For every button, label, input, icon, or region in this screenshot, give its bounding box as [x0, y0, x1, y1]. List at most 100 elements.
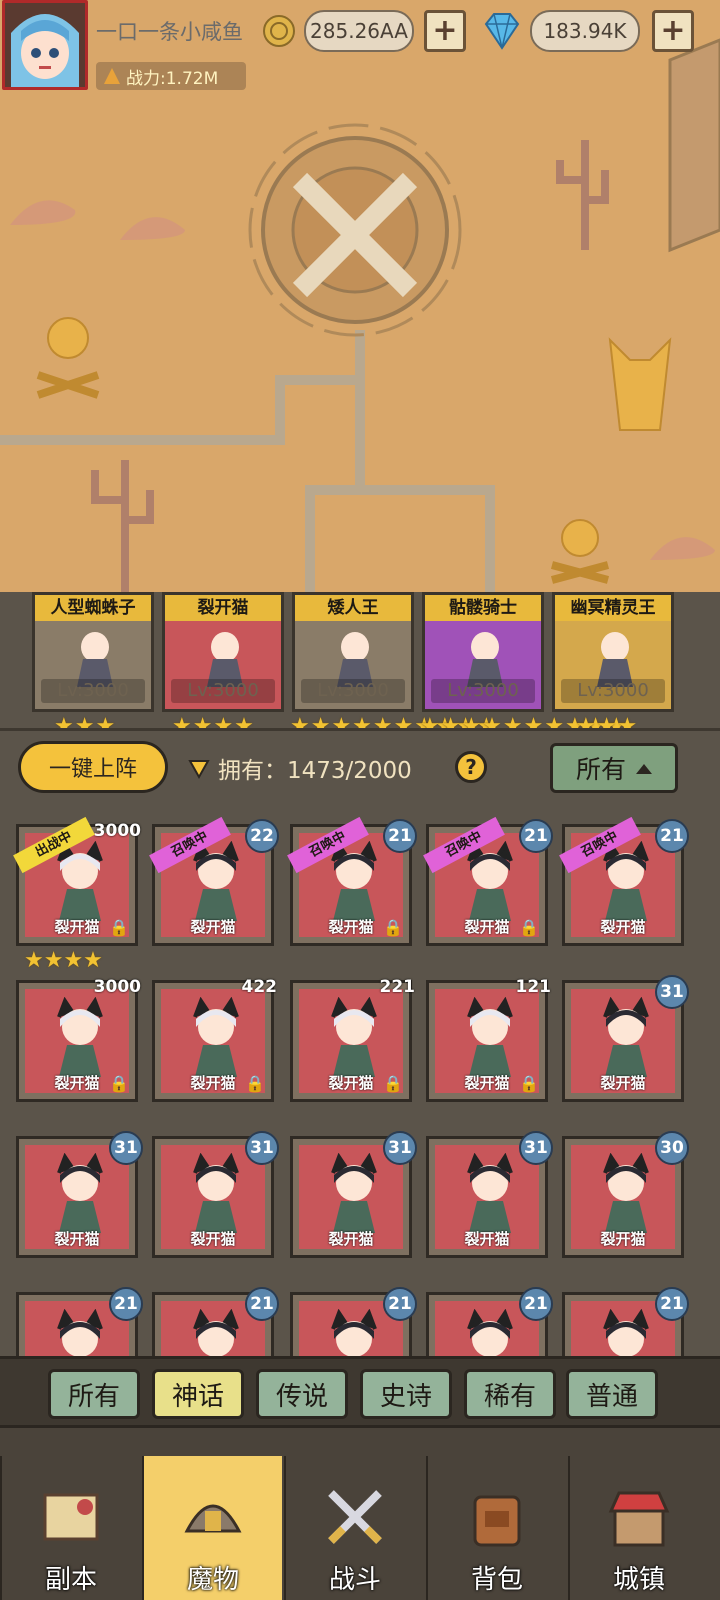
power-icon — [104, 68, 120, 84]
monster-card[interactable]: 裂开猫 🔒 422 — [152, 977, 277, 1102]
monster-level: 3000 — [93, 977, 141, 997]
nav-tab[interactable]: 副本 — [0, 1456, 140, 1600]
auto-deploy-button[interactable]: 一键上阵 — [18, 741, 168, 793]
monster-level: 121 — [515, 977, 552, 997]
monster-card[interactable]: 裂开猫 31 — [16, 1131, 143, 1258]
nav-tab[interactable]: 魔物 — [142, 1456, 282, 1600]
skull-right — [550, 519, 610, 584]
monster-portrait — [57, 997, 103, 1077]
swords-icon — [328, 1490, 382, 1544]
monster-level-badge: 21 — [655, 819, 689, 853]
monster-card[interactable]: 裂开猫 🔒 121 — [426, 977, 551, 1102]
lock-icon: 🔒 — [383, 1074, 403, 1093]
collection-toolbar: 一键上阵 拥有：1473/2000 ? 所有 — [0, 728, 720, 806]
monster-level-badge: 21 — [383, 819, 417, 853]
nav-tab[interactable]: 城镇 — [568, 1456, 708, 1600]
map-drawing — [0, 38, 720, 600]
monster-level-badge: 21 — [245, 1287, 279, 1321]
shop-icon — [608, 1491, 670, 1547]
rarity-tab[interactable]: 普通 — [566, 1369, 658, 1419]
monster-card[interactable]: 裂开猫 🔒 21 召唤中 — [287, 816, 417, 946]
player-name: 一口一条小咸鱼 — [96, 20, 243, 44]
monster-name: 裂开猫 — [600, 1074, 646, 1092]
avatar-icon — [5, 3, 85, 87]
gold-amount: 285.26AA — [304, 10, 414, 52]
monster-card[interactable]: 裂开猫 31 — [562, 975, 689, 1102]
monster-name: 裂开猫 — [190, 1230, 236, 1248]
player-avatar[interactable] — [2, 0, 88, 90]
monster-level: 422 — [241, 977, 278, 997]
owned-value: 1473/2000 — [287, 758, 412, 784]
monster-portrait — [193, 997, 239, 1077]
monster-card[interactable]: 裂开猫 30 — [562, 1131, 689, 1258]
monster-card[interactable]: 裂开猫 🔒 3000 出战中 — [13, 816, 141, 946]
lock-icon: 🔒 — [245, 1074, 265, 1093]
monster-card[interactable]: 裂开猫 🔒 3000 — [16, 977, 141, 1102]
lineup-hero-card[interactable]: 幽冥精灵王 Lv:3000 — [552, 592, 674, 712]
arena-emblem — [248, 123, 462, 337]
add-gold-button[interactable]: + — [424, 10, 466, 52]
monster-level-badge: 30 — [655, 1131, 689, 1165]
monster-portrait — [193, 1153, 239, 1233]
hero-level: Lv:3000 — [41, 679, 145, 703]
monster-card[interactable]: 裂开猫 22 召唤中 — [149, 816, 279, 946]
monster-card[interactable]: 裂开猫 🔒 221 — [290, 977, 415, 1102]
arrow-down-icon — [188, 760, 210, 780]
help-button[interactable]: ? — [455, 751, 487, 783]
monster-level-badge: 31 — [109, 1131, 143, 1165]
rarity-tabs: 所有 神话 传说 史诗 稀有 普通 — [0, 1356, 720, 1428]
rarity-tab[interactable]: 神话 — [152, 1369, 244, 1419]
monster-name: 裂开猫 — [600, 918, 646, 936]
monster-card[interactable]: 裂开猫 🔒 21 召唤中 — [423, 816, 553, 946]
monster-level-badge: 21 — [519, 819, 553, 853]
monster-level-badge: 22 — [245, 819, 279, 853]
monster-portrait — [467, 997, 513, 1077]
lineup-hero-card[interactable]: 人型蜘蛛子 Lv:3000 — [32, 592, 154, 712]
backpack-icon — [473, 1495, 521, 1547]
monster-name: 裂开猫 — [190, 918, 236, 936]
monster-level-badge: 21 — [655, 1287, 689, 1321]
monster-level-badge: 31 — [383, 1131, 417, 1165]
monster-portrait — [331, 997, 377, 1077]
nav-label: 战斗 — [328, 1565, 381, 1595]
rarity-tab[interactable]: 传说 — [256, 1369, 348, 1419]
top-bar: 一口一条小咸鱼 285.26AA + 183.94K + 战力:1.72M — [0, 0, 720, 90]
hero-portrait — [467, 632, 503, 687]
hero-name: 幽冥精灵王 — [555, 595, 671, 621]
nav-tab[interactable]: 背包 — [426, 1456, 566, 1600]
monster-level-badge: 31 — [519, 1131, 553, 1165]
rarity-tab[interactable]: 所有 — [48, 1369, 140, 1419]
hero-portrait — [207, 632, 243, 687]
monster-level-badge: 21 — [519, 1287, 553, 1321]
monster-name: 裂开猫 — [600, 1230, 646, 1248]
rarity-tab[interactable]: 稀有 — [464, 1369, 556, 1419]
filter-dropdown[interactable]: 所有 — [550, 743, 678, 793]
hero-level: Lv:3000 — [561, 679, 665, 703]
monster-card[interactable]: 裂开猫 31 — [426, 1131, 553, 1258]
rarity-tab[interactable]: 史诗 — [360, 1369, 452, 1419]
lock-icon: 🔒 — [109, 918, 129, 937]
world-map — [0, 0, 720, 600]
monster-level-badge: 21 — [383, 1287, 417, 1321]
nav-tab[interactable]: 战斗 — [284, 1456, 424, 1600]
monster-card[interactable]: 裂开猫 31 — [290, 1131, 417, 1258]
nav-label: 魔物 — [186, 1565, 239, 1595]
monster-portrait — [331, 1153, 377, 1233]
lock-icon: 🔒 — [109, 1074, 129, 1093]
lineup-hero-card[interactable]: 裂开猫 Lv:3000 — [162, 592, 284, 712]
monster-name: 裂开猫 — [54, 1230, 100, 1248]
owned-count: 拥有：1473/2000 — [218, 751, 412, 785]
monster-card[interactable]: 裂开猫 31 — [152, 1131, 279, 1258]
lineup-hero-card[interactable]: 矮人王 Lv:3000 — [292, 592, 414, 712]
add-gem-button[interactable]: + — [652, 10, 694, 52]
lineup-hero-card[interactable]: 骷髅骑士 Lv:3000 — [422, 592, 544, 712]
gem-icon — [484, 13, 520, 50]
hero-name: 人型蜘蛛子 — [35, 595, 151, 621]
hero-name: 骷髅骑士 — [425, 595, 541, 621]
gem-amount: 183.94K — [530, 10, 640, 52]
lock-icon: 🔒 — [383, 918, 403, 937]
monster-portrait — [603, 1153, 649, 1233]
cactus-right — [556, 140, 609, 250]
monster-card[interactable]: 裂开猫 21 召唤中 — [559, 816, 689, 946]
monster-portrait — [603, 997, 649, 1077]
